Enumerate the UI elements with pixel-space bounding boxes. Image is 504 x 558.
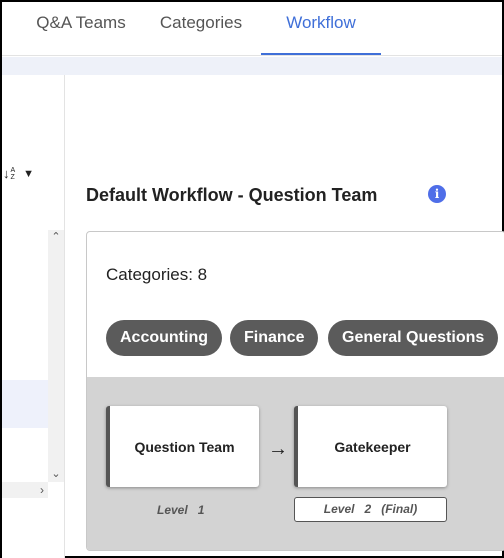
workflow-card: Categories: 8 Accounting Finance General… — [86, 231, 504, 551]
tab-workflow[interactable]: Workflow — [261, 2, 381, 55]
chevron-down-icon: ▼ — [23, 167, 35, 180]
sort-control[interactable]: ↓ AZ ▼ — [3, 166, 34, 181]
toolbar-strip — [2, 57, 502, 75]
scroll-up-icon[interactable]: ⌃ — [48, 230, 64, 243]
vertical-scrollbar[interactable]: ⌃ ⌄ — [48, 230, 64, 482]
step-level-label-final: Level 2 (Final) — [294, 497, 447, 522]
arrow-right-icon: → — [268, 438, 288, 460]
scroll-down-icon[interactable]: ⌄ — [48, 467, 64, 480]
workflow-title: Default Workflow - Question Team — [86, 185, 378, 205]
team-list — [2, 232, 48, 482]
list-item-selected[interactable] — [2, 380, 48, 428]
tab-bar: Q&A Teams Categories Workflow — [2, 2, 502, 56]
left-pane: ↓ AZ ▼ ⌃ ⌄ › — [2, 75, 65, 558]
scroll-right-icon[interactable]: › — [40, 482, 44, 498]
step-level-label: Level 1 — [157, 503, 205, 517]
sort-az-icon: AZ — [10, 166, 16, 181]
step-gatekeeper[interactable]: Gatekeeper — [294, 406, 447, 487]
category-chip-general-questions: General Questions — [328, 320, 499, 356]
step-question-team[interactable]: Question Team — [106, 406, 259, 487]
tab-categories[interactable]: Categories — [152, 2, 250, 54]
sort-arrow-icon: ↓ — [3, 166, 10, 181]
horizontal-scrollbar[interactable]: › — [2, 482, 48, 498]
category-chip-finance: Finance — [230, 320, 319, 356]
tab-qa-teams[interactable]: Q&A Teams — [29, 2, 133, 54]
category-chip-accounting: Accounting — [106, 320, 222, 356]
info-icon[interactable]: i — [428, 185, 446, 203]
categories-count: Categories: 8 — [106, 265, 208, 284]
workflow-diagram: Question Team → Gatekeeper Level 1 Level… — [87, 377, 504, 550]
